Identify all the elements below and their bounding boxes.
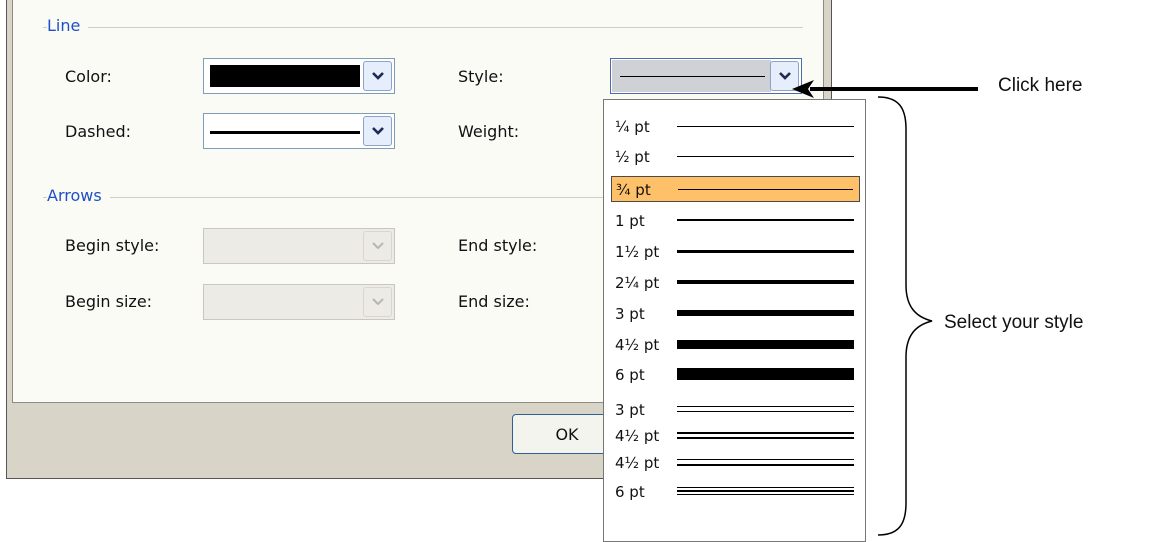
line-sample — [677, 397, 854, 423]
style-option-label: 3 pt — [615, 401, 645, 419]
right-brace-icon — [877, 96, 933, 536]
arrows-group-title: Arrows — [47, 186, 110, 205]
style-option-label: ¼ pt — [615, 118, 650, 136]
style-option-label: 4½ pt — [615, 336, 660, 354]
style-option-label: 4½ pt — [615, 454, 660, 472]
style-option-label: ¾ pt — [616, 181, 651, 199]
style-option[interactable]: 3 pt — [611, 301, 860, 327]
select-your-style-note: Select your style — [944, 312, 1084, 333]
click-here-note: Click here — [998, 75, 1083, 96]
style-option-label: 6 pt — [615, 366, 645, 384]
chevron-down-icon — [371, 298, 384, 306]
begin-style-label: Begin style: — [65, 236, 160, 255]
dashed-preview — [210, 120, 360, 142]
begin-style-dropdown-button[interactable] — [363, 231, 392, 261]
chevron-down-icon — [371, 242, 384, 250]
color-label: Color: — [65, 67, 112, 86]
dashed-combo[interactable] — [203, 113, 395, 149]
style-dropdown-list: ¼ pt ½ pt ¾ pt 1 pt 1½ pt 2¼ pt 3 pt 4½ pt 6 pt 3… — [603, 99, 866, 542]
end-style-label: End style: — [458, 236, 538, 255]
line-group-title: Line — [47, 16, 89, 35]
dashed-preview-line — [210, 131, 360, 134]
chevron-down-icon — [371, 72, 384, 80]
line-group-rule — [43, 27, 803, 28]
style-option[interactable]: 3 pt — [611, 397, 860, 423]
style-option[interactable]: 6 pt — [611, 479, 860, 505]
style-label: Style: — [458, 67, 504, 86]
chevron-down-icon — [371, 127, 384, 135]
style-option-label: 1½ pt — [615, 243, 660, 261]
style-option[interactable]: ¼ pt — [611, 114, 860, 140]
style-option-label: 2¼ pt — [615, 274, 660, 292]
arrows-group-rule — [43, 197, 623, 198]
style-option-label: 3 pt — [615, 305, 645, 323]
style-option-label: 4½ pt — [615, 427, 660, 445]
dashed-dropdown-button[interactable] — [363, 116, 392, 146]
style-combo-value — [612, 60, 771, 92]
begin-size-combo[interactable] — [203, 284, 395, 320]
style-option[interactable]: 1 pt — [611, 208, 860, 234]
style-preview-line — [620, 76, 765, 77]
begin-size-dropdown-button[interactable] — [363, 287, 392, 317]
color-combo[interactable] — [203, 58, 395, 94]
weight-label: Weight: — [458, 122, 520, 141]
style-option[interactable]: 4½ pt — [611, 332, 860, 358]
style-option-label: 1 pt — [615, 212, 645, 230]
style-option[interactable]: 2¼ pt — [611, 270, 860, 296]
begin-size-label: Begin size: — [65, 292, 153, 311]
color-dropdown-button[interactable] — [363, 61, 392, 91]
end-size-label: End size: — [458, 292, 530, 311]
color-swatch — [210, 65, 360, 87]
style-option-label: ½ pt — [615, 148, 650, 166]
line-sample — [677, 270, 854, 296]
line-sample — [677, 450, 854, 476]
style-option-label: 6 pt — [615, 483, 645, 501]
line-sample — [677, 301, 854, 327]
style-option[interactable]: 6 pt — [611, 362, 860, 388]
begin-style-combo[interactable] — [203, 228, 395, 264]
style-option[interactable]: 4½ pt — [611, 450, 860, 476]
line-sample — [677, 208, 854, 234]
style-option[interactable]: 1½ pt — [611, 239, 860, 265]
line-sample — [677, 362, 854, 388]
style-option[interactable]: ½ pt — [611, 144, 860, 170]
line-sample — [677, 332, 854, 358]
line-sample — [677, 423, 854, 449]
style-option[interactable]: 4½ pt — [611, 423, 860, 449]
style-option[interactable]: ¾ pt — [611, 176, 860, 202]
dashed-label: Dashed: — [65, 122, 131, 141]
line-sample — [677, 114, 854, 140]
line-sample — [678, 177, 853, 201]
line-sample — [677, 144, 854, 170]
style-combo[interactable] — [610, 58, 802, 94]
line-sample — [677, 479, 854, 505]
line-sample — [677, 239, 854, 265]
